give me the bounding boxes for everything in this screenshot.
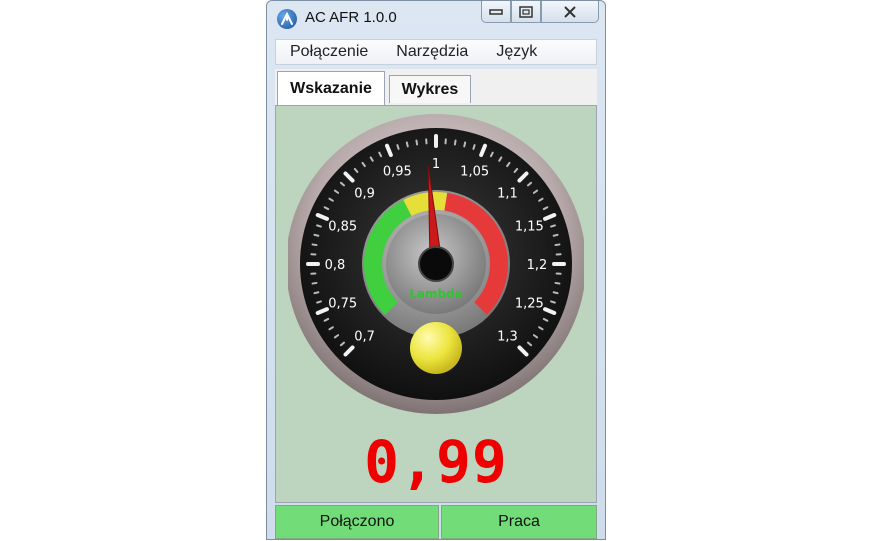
minor-tick	[416, 141, 417, 145]
mode-status: Praca	[441, 505, 597, 539]
scale-label: 0,7	[354, 329, 375, 344]
close-icon	[563, 6, 577, 18]
scale-label: 1	[432, 157, 440, 172]
scale-label: 0,75	[328, 297, 357, 312]
scale-label: 1,05	[460, 165, 489, 180]
minor-tick	[313, 283, 317, 284]
minor-tick	[397, 145, 398, 149]
scale-label: 1,25	[515, 297, 544, 312]
app-logo-icon	[277, 9, 297, 29]
app-window: AC AFR 1.0.0 Połączenie Narzędzia Język …	[266, 0, 606, 540]
connection-status: Połączono	[275, 505, 439, 539]
scale-label: 0,8	[325, 258, 346, 273]
restore-icon	[519, 6, 533, 18]
scale-label: 1,15	[515, 219, 544, 234]
menu-connection[interactable]: Połączenie	[276, 43, 382, 61]
minor-tick	[314, 235, 318, 236]
scale-label: 0,85	[328, 219, 357, 234]
close-button[interactable]	[541, 1, 599, 23]
scale-label: 1,1	[497, 187, 518, 202]
scale-label: 0,9	[354, 187, 375, 202]
menu-bar: Połączenie Narzędzia Język	[275, 39, 597, 65]
window-title: AC AFR 1.0.0	[305, 9, 397, 26]
tab-chart[interactable]: Wykres	[389, 75, 471, 103]
minor-tick	[473, 145, 474, 149]
minor-tick	[556, 244, 560, 245]
menu-language[interactable]: Język	[482, 43, 551, 61]
scale-label: 1,2	[527, 258, 548, 273]
scale-label: 1,3	[497, 329, 518, 344]
minor-tick	[551, 225, 555, 226]
title-bar[interactable]: AC AFR 1.0.0	[267, 1, 605, 35]
minor-tick	[314, 292, 318, 293]
tab-indication[interactable]: Wskazanie	[277, 71, 385, 105]
minor-tick	[464, 142, 465, 146]
minor-tick	[554, 292, 558, 293]
tab-strip: Wskazanie Wykres	[275, 69, 597, 105]
status-bar: Połączono Praca	[275, 505, 597, 541]
maximize-button[interactable]	[511, 1, 541, 23]
minor-tick	[317, 301, 321, 302]
menu-tools[interactable]: Narzędzia	[382, 43, 482, 61]
minor-tick	[455, 141, 456, 145]
minimize-button[interactable]	[481, 1, 511, 23]
window-controls	[481, 1, 599, 25]
status-indicator-bulb	[410, 322, 462, 374]
gauge-unit-label: Lambda	[409, 287, 463, 301]
needle-hub	[419, 247, 453, 281]
minor-tick	[551, 301, 555, 302]
lambda-reading: 0,99	[276, 428, 596, 496]
minimize-icon	[489, 7, 503, 17]
minor-tick	[554, 235, 558, 236]
indication-panel: 0,7 0,75 0,8 0,85 0,9 0,95 1 1,05 1,1 1,15 1,2 1,25…	[275, 105, 597, 503]
lambda-gauge: 0,7 0,75 0,8 0,85 0,9 0,95 1 1,05 1,1 1,15 1,2 1,25…	[288, 112, 584, 422]
scale-label: 0,95	[383, 165, 412, 180]
minor-tick	[317, 225, 321, 226]
minor-tick	[407, 142, 408, 146]
minor-tick	[313, 244, 317, 245]
minor-tick	[556, 283, 560, 284]
